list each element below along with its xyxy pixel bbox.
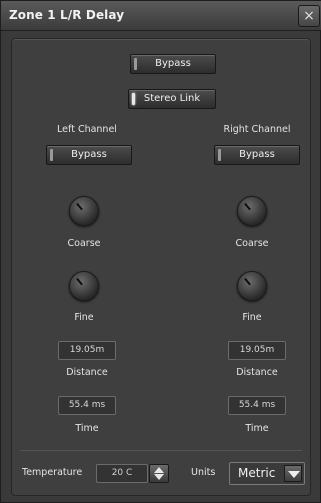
right-time-readout[interactable]: 55.4 ms: [228, 396, 286, 415]
right-bypass-indicator: [218, 149, 221, 161]
right-bypass-label: Bypass: [239, 149, 275, 160]
bypass-all-label: Bypass: [155, 58, 191, 69]
left-coarse-label: Coarse: [67, 238, 101, 249]
stereo-link-label: Stereo Link: [143, 93, 201, 104]
title-bar[interactable]: Zone 1 L/R Delay ×: [1, 1, 321, 31]
chevron-down-icon[interactable]: [284, 465, 302, 482]
left-time-label: Time: [75, 423, 99, 434]
knob-pointer: [244, 202, 251, 211]
temperature-label: Temperature: [22, 467, 83, 478]
right-time-label: Time: [245, 423, 269, 434]
left-fine-label: Fine: [74, 312, 94, 323]
temperature-field[interactable]: 20 C: [96, 464, 148, 483]
window-title: Zone 1 L/R Delay: [9, 8, 125, 22]
units-select[interactable]: Metric: [229, 462, 305, 485]
temperature-stepper[interactable]: [149, 464, 169, 483]
right-fine-label: Fine: [242, 312, 262, 323]
left-channel-heading: Left Channel: [57, 124, 117, 135]
units-selected-value: Metric: [238, 466, 276, 480]
knob-pointer: [76, 277, 83, 286]
left-coarse-knob[interactable]: [69, 196, 99, 226]
units-label: Units: [191, 467, 216, 478]
close-button[interactable]: ×: [298, 5, 320, 27]
left-bypass-button[interactable]: Bypass: [46, 145, 132, 165]
stepper-up-icon[interactable]: [154, 467, 164, 473]
right-distance-readout[interactable]: 19.05m: [228, 341, 286, 360]
knob-pointer: [76, 202, 83, 211]
left-fine-knob[interactable]: [69, 271, 99, 301]
left-distance-label: Distance: [66, 367, 108, 378]
delay-panel: Bypass Stereo Link Left Channel Bypass C…: [11, 38, 311, 496]
right-fine-knob[interactable]: [237, 271, 267, 301]
bypass-indicator: [134, 58, 137, 70]
left-time-readout[interactable]: 55.4 ms: [58, 396, 116, 415]
right-bypass-button[interactable]: Bypass: [214, 145, 300, 165]
stereo-link-indicator: [132, 93, 135, 105]
right-channel-heading: Right Channel: [223, 124, 291, 135]
section-divider: [20, 450, 302, 451]
close-icon: ×: [303, 8, 315, 24]
right-distance-label: Distance: [236, 367, 278, 378]
right-coarse-knob[interactable]: [237, 196, 267, 226]
bypass-all-button[interactable]: Bypass: [130, 54, 216, 74]
knob-pointer: [244, 277, 251, 286]
left-bypass-indicator: [50, 149, 53, 161]
left-bypass-label: Bypass: [71, 149, 107, 160]
left-distance-readout[interactable]: 19.05m: [58, 341, 116, 360]
right-coarse-label: Coarse: [235, 238, 269, 249]
delay-window: Zone 1 L/R Delay × Bypass Stereo Link Le…: [0, 0, 321, 503]
stepper-down-icon[interactable]: [154, 474, 164, 480]
stereo-link-button[interactable]: Stereo Link: [128, 89, 216, 109]
